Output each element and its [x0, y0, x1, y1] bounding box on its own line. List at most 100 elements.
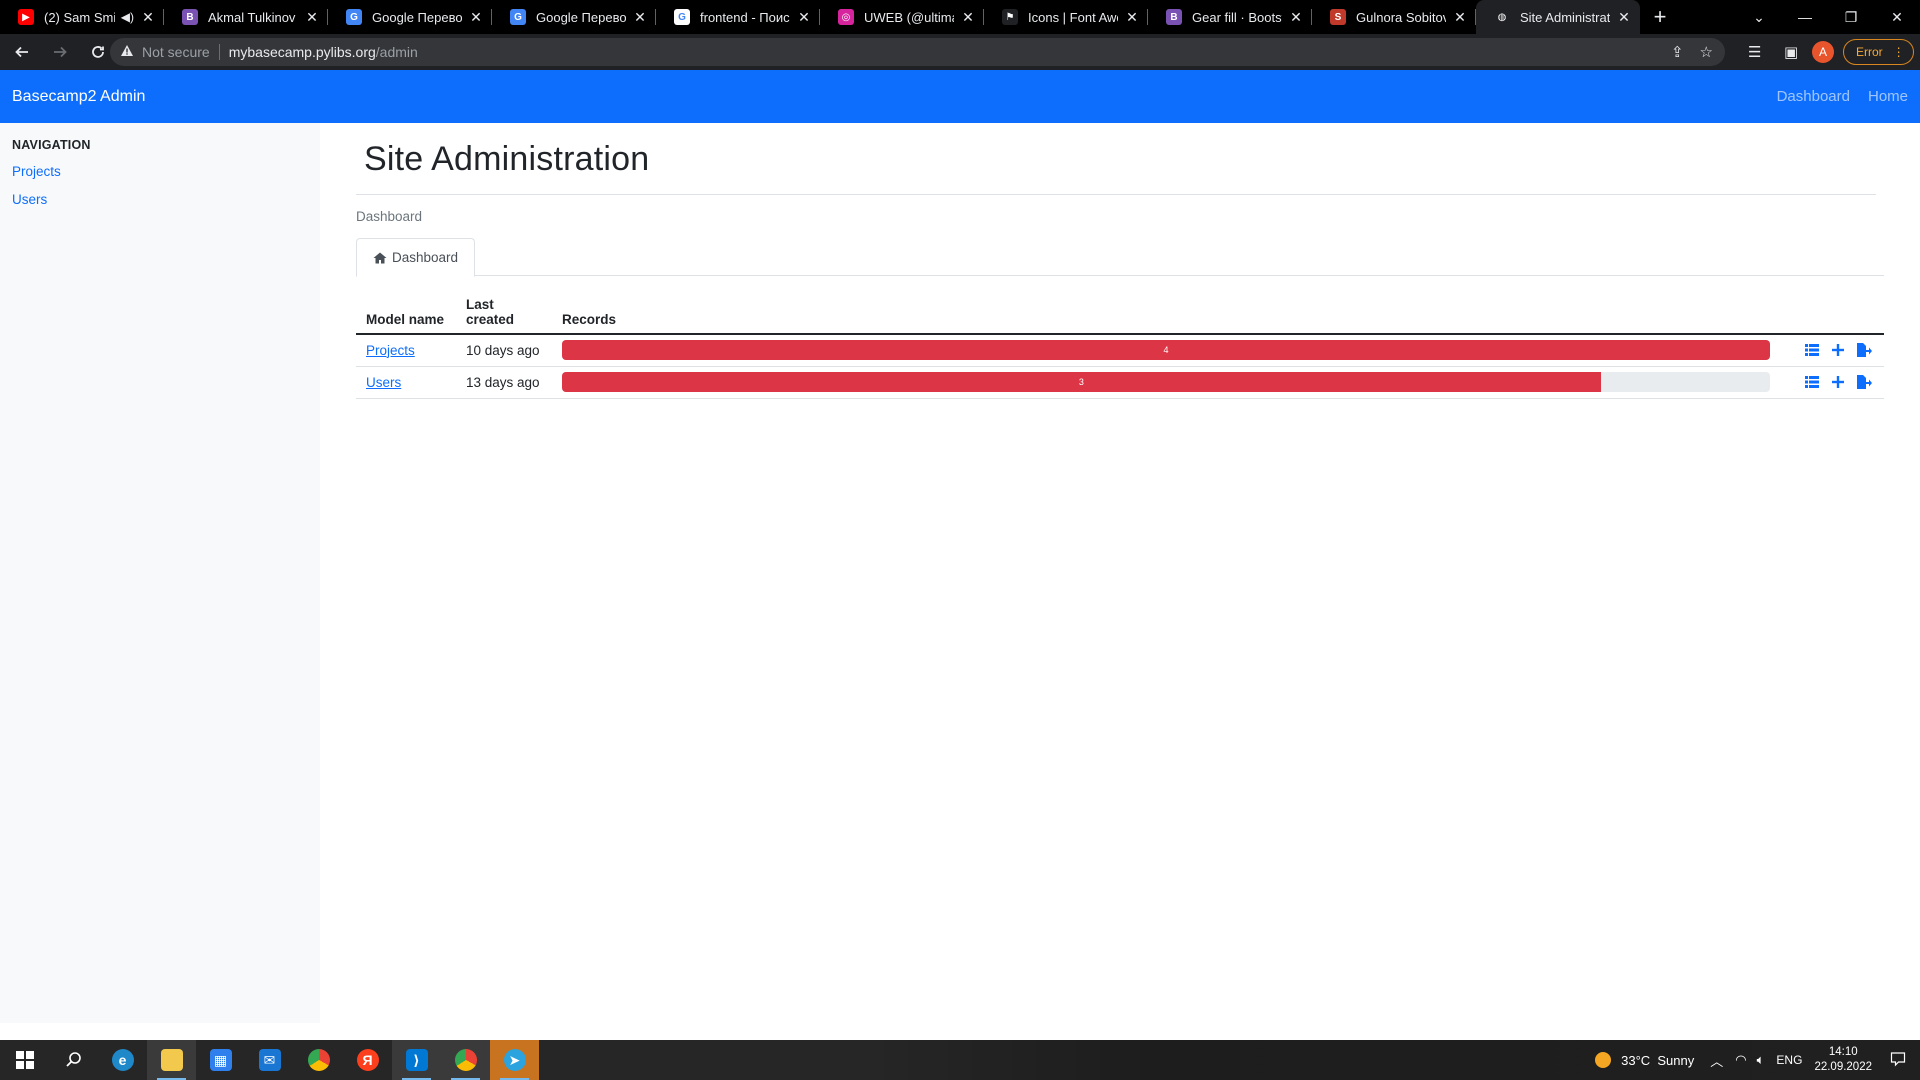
tab-dashboard[interactable]: Dashboard: [356, 238, 475, 277]
close-tab-icon[interactable]: ✕: [1452, 9, 1468, 26]
search-button[interactable]: [49, 1040, 98, 1080]
vscode-icon: ⟩: [405, 1049, 428, 1071]
restore-button[interactable]: ❐: [1828, 0, 1874, 34]
taskbar-store[interactable]: ▦: [196, 1040, 245, 1080]
close-tab-icon[interactable]: ✕: [1616, 9, 1632, 26]
windows-taskbar: e ▦ ✉ Я ⟩ ➤ 33°C Sunny ︿ ◠ 🔈︎ ENG 14:10 …: [0, 1040, 1920, 1080]
tray-chevron-icon[interactable]: ︿: [1710, 1051, 1723, 1070]
bookmark-star-icon[interactable]: ☆: [1700, 43, 1713, 61]
nav-link-home[interactable]: Home: [1868, 88, 1908, 105]
taskbar-vscode[interactable]: ⟩: [392, 1040, 441, 1080]
model-link[interactable]: Projects: [366, 343, 415, 358]
clock[interactable]: 14:10 22.09.2022: [1814, 1045, 1872, 1075]
model-link[interactable]: Users: [366, 375, 401, 390]
taskbar-mail[interactable]: ✉: [245, 1040, 294, 1080]
close-window-button[interactable]: ✕: [1874, 0, 1920, 34]
home-icon: [373, 252, 387, 264]
address-bar[interactable]: Not secure mybasecamp.pylibs.org/admin ⇪…: [110, 38, 1725, 66]
add-icon[interactable]: [1830, 374, 1846, 390]
bootstrap-icon: B: [182, 9, 198, 25]
url-path[interactable]: /admin: [376, 44, 418, 60]
browser-tab[interactable]: ◍ Site Administration ✕: [1476, 0, 1640, 34]
nav-link-dashboard[interactable]: Dashboard: [1777, 88, 1850, 105]
google-icon: G: [674, 9, 690, 25]
export-icon[interactable]: [1856, 342, 1872, 358]
table-header-row: Model name Last created Records: [356, 297, 1884, 335]
edge-icon: e: [111, 1049, 134, 1071]
taskbar-yandex[interactable]: Я: [343, 1040, 392, 1080]
model-cell: Users: [356, 366, 456, 399]
error-button[interactable]: Error ⋮: [1843, 39, 1914, 65]
network-icon[interactable]: ◠: [1735, 1052, 1746, 1068]
volume-icon[interactable]: 🔈︎: [1757, 1052, 1765, 1068]
browser-tab[interactable]: ◎ UWEB (@ultimateweb) ✕: [820, 0, 984, 34]
bootstrap-icon: B: [1166, 9, 1182, 25]
table-body: Projects 10 days ago 4 Users 13 days ago 3: [356, 334, 1884, 399]
minimize-button[interactable]: —: [1782, 0, 1828, 34]
close-tab-icon[interactable]: ✕: [1288, 9, 1304, 26]
reading-list-icon[interactable]: ☰: [1748, 34, 1761, 70]
browser-tab[interactable]: ⚑ Icons | Font Awesome ✕: [984, 0, 1148, 34]
taskbar-edge[interactable]: e: [98, 1040, 147, 1080]
side-panel-icon[interactable]: ▣: [1784, 34, 1798, 70]
security-label[interactable]: Not secure: [142, 44, 210, 60]
export-icon[interactable]: [1856, 374, 1872, 390]
close-tab-icon[interactable]: ✕: [304, 9, 320, 26]
profile-avatar[interactable]: A: [1812, 41, 1834, 63]
list-icon[interactable]: [1804, 374, 1820, 390]
brand-link[interactable]: Basecamp2 Admin: [12, 88, 145, 106]
menu-dots-icon: ⋮: [1892, 45, 1905, 59]
close-tab-icon[interactable]: ✕: [1124, 9, 1140, 26]
last-created-cell: 10 days ago: [456, 334, 552, 367]
sidebar-item-projects[interactable]: Projects: [12, 164, 308, 179]
browser-toolbar: Not secure mybasecamp.pylibs.org/admin ⇪…: [0, 34, 1920, 70]
tab-search-button[interactable]: ⌄: [1736, 0, 1782, 34]
close-tab-icon[interactable]: ✕: [796, 9, 812, 26]
google-translate-icon: G: [510, 9, 526, 25]
table-row: Projects 10 days ago 4: [356, 334, 1884, 367]
taskbar-file-explorer[interactable]: [147, 1040, 196, 1080]
add-icon[interactable]: [1830, 342, 1846, 358]
clock-time: 14:10: [1828, 1046, 1858, 1058]
records-progress-bar: 4: [562, 340, 1770, 361]
url-host[interactable]: mybasecamp.pylibs.org: [229, 44, 376, 60]
sidebar-item-users[interactable]: Users: [12, 192, 308, 207]
sidebar-heading: NAVIGATION: [12, 138, 91, 152]
list-icon[interactable]: [1804, 342, 1820, 358]
browser-tab[interactable]: G Google Переводчик ✕: [492, 0, 656, 34]
close-tab-icon[interactable]: ✕: [632, 9, 648, 26]
browser-tab[interactable]: S Gulnora Sobitova ✕: [1312, 0, 1476, 34]
tab-title: frontend - Поиск в Google: [700, 9, 790, 25]
start-button[interactable]: [0, 1040, 49, 1080]
taskbar-telegram[interactable]: ➤: [490, 1040, 539, 1080]
browser-tab[interactable]: G Google Переводчик ✕: [328, 0, 492, 34]
weather-sun-icon[interactable]: [1595, 1052, 1612, 1068]
records-progress: 3: [562, 372, 1770, 392]
browser-tab[interactable]: Gfrontend - Поиск в Google ✕: [656, 0, 820, 34]
taskbar-chrome-profile[interactable]: [441, 1040, 490, 1080]
error-label: Error: [1856, 45, 1883, 59]
notification-icon[interactable]: [1890, 1051, 1906, 1070]
close-tab-icon[interactable]: ✕: [140, 9, 156, 26]
language-indicator[interactable]: ENG: [1776, 1053, 1802, 1067]
audio-playing-icon[interactable]: ◀): [121, 10, 134, 24]
taskbar-chrome[interactable]: [294, 1040, 343, 1080]
browser-tab[interactable]: B Gear fill · Bootstrap ✕: [1148, 0, 1312, 34]
store-icon: ▦: [209, 1049, 232, 1071]
tab-title: Gear fill · Bootstrap: [1192, 9, 1282, 25]
new-tab-button[interactable]: +: [1640, 0, 1680, 34]
close-tab-icon[interactable]: ✕: [960, 9, 976, 26]
search-icon: [65, 1052, 81, 1067]
weather-text[interactable]: 33°C Sunny: [1621, 1053, 1694, 1068]
arrow-left-icon: [15, 46, 28, 58]
share-icon[interactable]: ⇪: [1671, 43, 1684, 61]
telegram-icon: ➤: [503, 1049, 526, 1071]
browser-tab[interactable]: ▶ (2) Sam Smith ◀) ✕: [0, 0, 164, 34]
forward-button[interactable]: [44, 36, 76, 68]
close-tab-icon[interactable]: ✕: [468, 9, 484, 26]
folder-icon: [160, 1049, 183, 1071]
warning-icon[interactable]: [120, 44, 134, 60]
back-button[interactable]: [6, 36, 38, 68]
browser-tab[interactable]: B Akmal Tulkinov ✕: [164, 0, 328, 34]
title-divider: [356, 194, 1876, 195]
